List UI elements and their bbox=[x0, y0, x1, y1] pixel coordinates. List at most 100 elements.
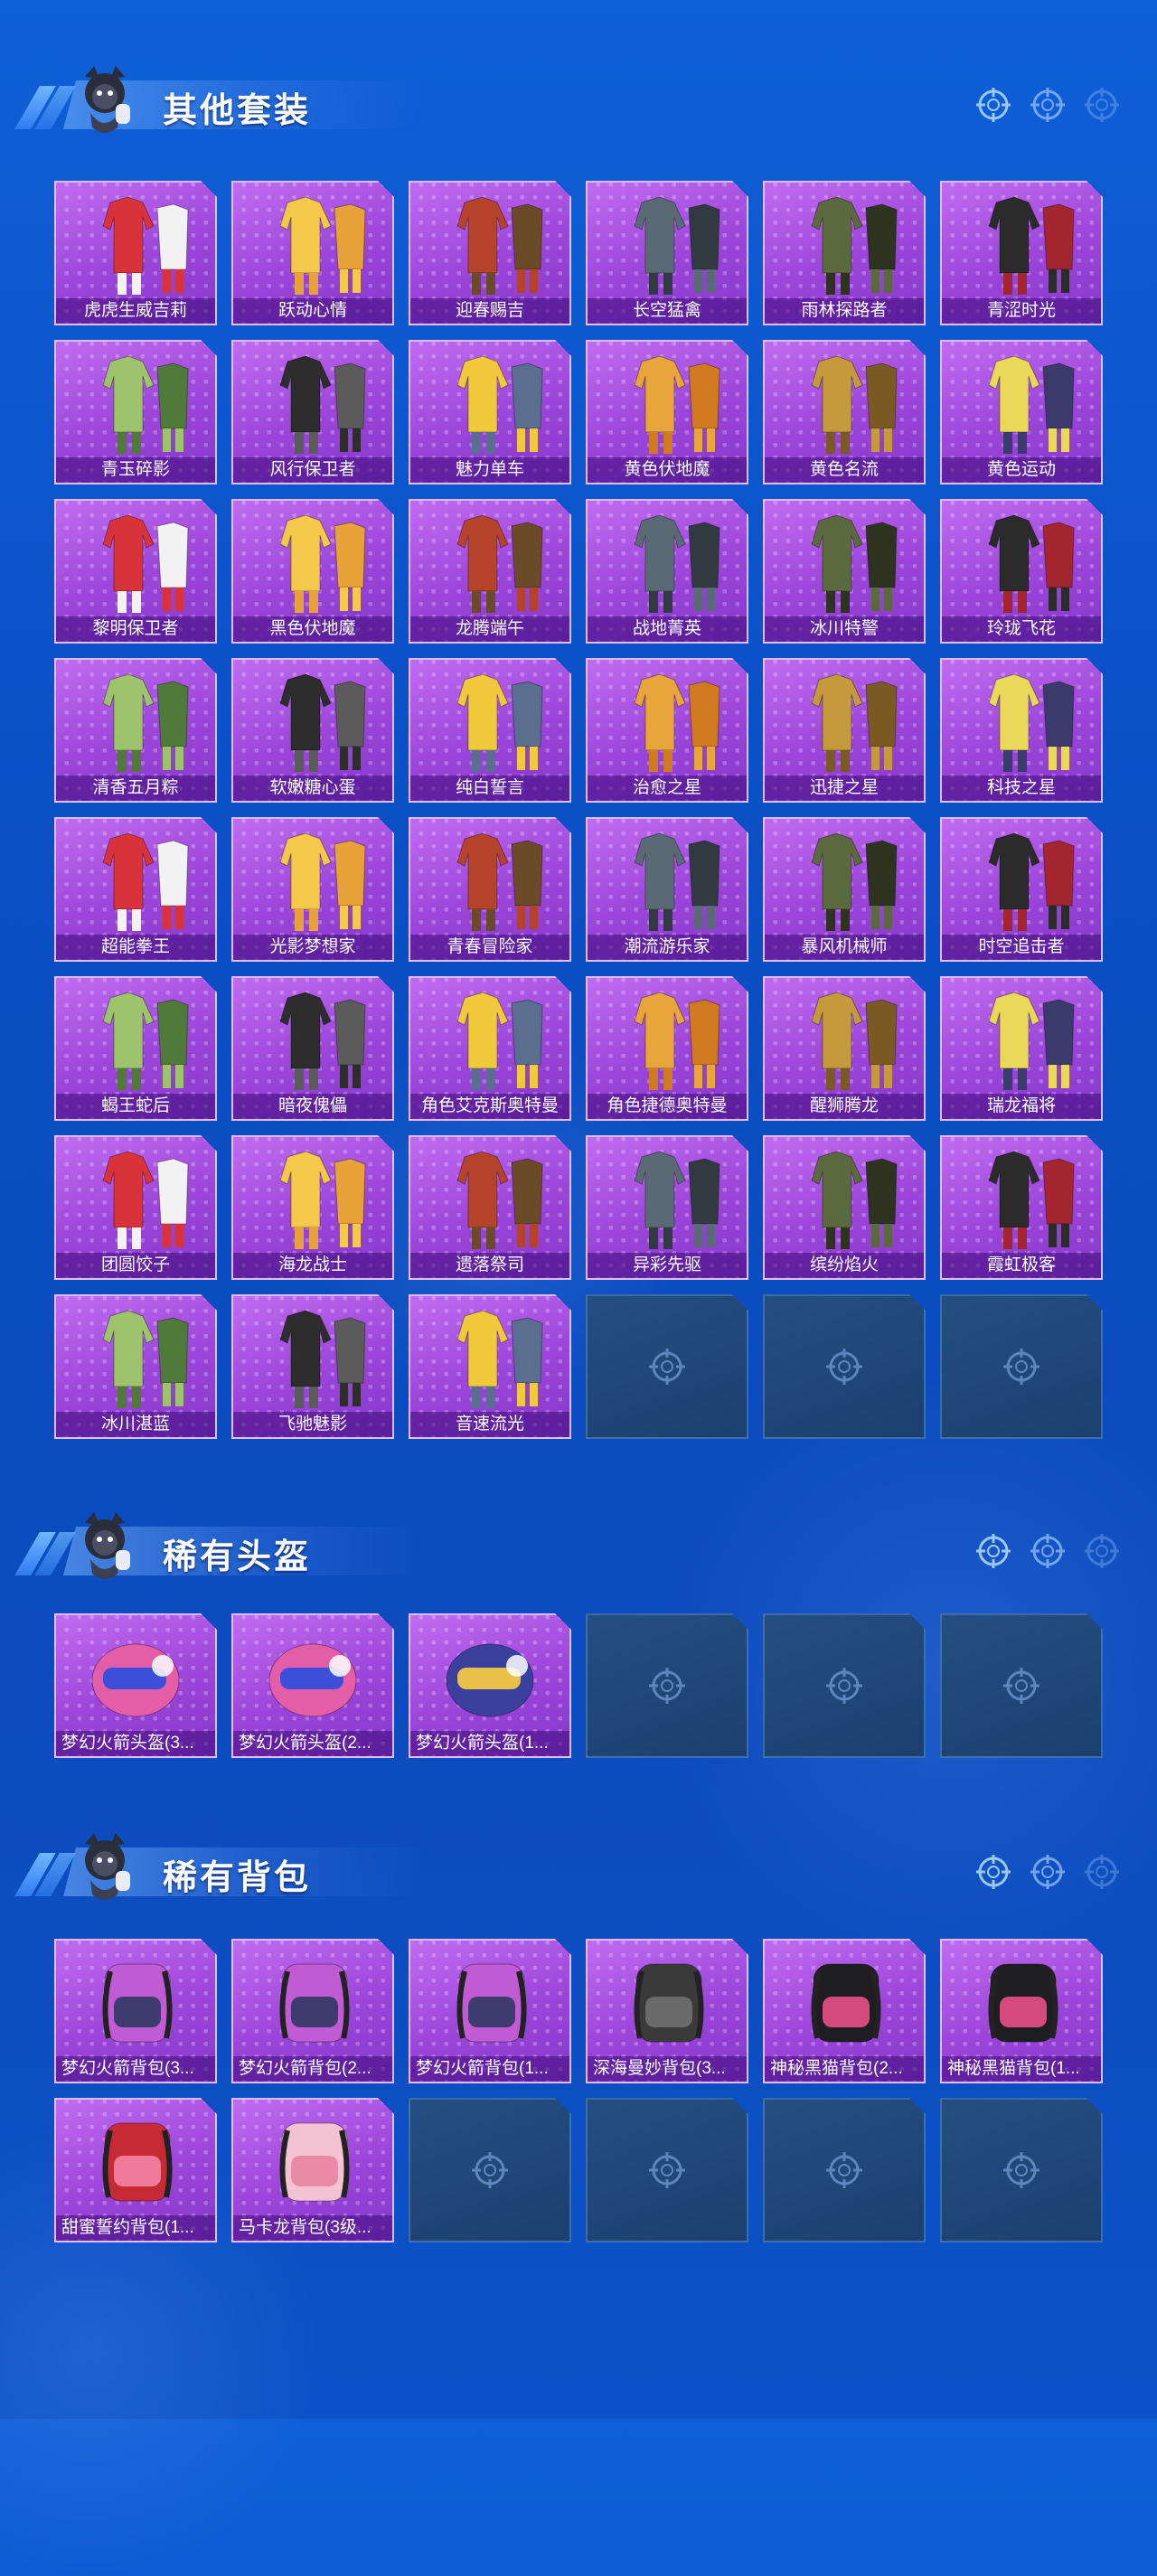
item-card[interactable]: 冰川特警 bbox=[763, 499, 926, 644]
item-card[interactable]: 玲珑飞花 bbox=[940, 499, 1103, 644]
section-backpacks: 稀有背包 梦幻火箭背包(3... 梦幻火箭背包(2... 梦幻火箭背包(1... 深海… bbox=[0, 1817, 1157, 2251]
outfit-image bbox=[410, 823, 569, 935]
item-card[interactable]: 角色捷德奥特曼 bbox=[586, 976, 748, 1121]
outfit-image bbox=[410, 663, 569, 776]
item-label: 蝎王蛇后 bbox=[56, 1094, 215, 1119]
empty-slot bbox=[763, 1294, 926, 1439]
outfit-image bbox=[942, 504, 1101, 616]
item-card[interactable]: 风行保卫者 bbox=[231, 340, 394, 484]
item-card[interactable]: 光影梦想家 bbox=[231, 817, 394, 962]
item-label: 风行保卫者 bbox=[233, 457, 392, 483]
section-outfits: 其他套装 虎虎生威吉莉 跃动心情 迎春赐吉 长空猛禽 雨林探路者 青涩时光 青玉碎影 风行保卫… bbox=[0, 50, 1157, 1451]
item-label: 黎明保卫者 bbox=[56, 616, 215, 642]
item-card[interactable]: 梦幻火箭头盔(3... bbox=[54, 1613, 217, 1758]
item-card[interactable]: 梦幻火箭头盔(2... bbox=[231, 1613, 394, 1758]
item-label: 黑色伏地魔 bbox=[233, 616, 392, 642]
outfit-image bbox=[410, 1300, 569, 1412]
item-card[interactable]: 纯白誓言 bbox=[409, 658, 571, 803]
crosshair-icon bbox=[1002, 2150, 1041, 2190]
item-card[interactable]: 黎明保卫者 bbox=[54, 499, 217, 644]
item-card[interactable]: 暗夜傀儡 bbox=[231, 976, 394, 1121]
item-card[interactable]: 虎虎生威吉莉 bbox=[54, 181, 217, 325]
crosshair-icon bbox=[647, 1666, 687, 1706]
item-card[interactable]: 雨林探路者 bbox=[763, 181, 926, 325]
item-card[interactable]: 瑞龙福将 bbox=[940, 976, 1103, 1121]
item-label: 玲珑飞花 bbox=[942, 616, 1101, 642]
item-card[interactable]: 音速流光 bbox=[409, 1294, 571, 1439]
item-card[interactable]: 软嫩糖心蛋 bbox=[231, 658, 394, 803]
mascot-icon bbox=[85, 1833, 130, 1900]
crosshair-icon bbox=[1030, 88, 1065, 122]
item-card[interactable]: 黄色运动 bbox=[940, 340, 1103, 484]
item-card[interactable]: 迅捷之星 bbox=[763, 658, 926, 803]
item-card[interactable]: 团圆饺子 bbox=[54, 1135, 217, 1280]
item-card[interactable]: 梦幻火箭背包(1... bbox=[409, 1939, 571, 2083]
item-label: 时空追击者 bbox=[942, 935, 1101, 960]
item-label: 深海曼妙背包(3... bbox=[588, 2056, 747, 2082]
item-card[interactable]: 神秘黑猫背包(1... bbox=[940, 1939, 1103, 2083]
item-card[interactable]: 黑色伏地魔 bbox=[231, 499, 394, 644]
item-card[interactable]: 冰川湛蓝 bbox=[54, 1294, 217, 1439]
item-card[interactable]: 异彩先驱 bbox=[586, 1135, 748, 1280]
item-card[interactable]: 迎春赐吉 bbox=[409, 181, 571, 325]
item-card[interactable]: 遗落祭司 bbox=[409, 1135, 571, 1280]
item-card[interactable]: 深海曼妙背包(3... bbox=[586, 1939, 748, 2083]
item-card[interactable]: 霞虹极客 bbox=[940, 1135, 1103, 1280]
item-card[interactable]: 梦幻火箭头盔(1... bbox=[409, 1613, 571, 1758]
outfit-image bbox=[56, 982, 215, 1094]
outfit-image bbox=[765, 1141, 924, 1253]
outfit-image bbox=[942, 1141, 1101, 1253]
mascot-icon bbox=[85, 66, 130, 133]
item-card[interactable]: 青涩时光 bbox=[940, 181, 1103, 325]
outfit-image bbox=[588, 345, 747, 457]
item-card[interactable]: 青春冒险家 bbox=[409, 817, 571, 962]
item-label: 虎虎生威吉莉 bbox=[56, 298, 215, 324]
item-label: 迅捷之星 bbox=[765, 776, 924, 801]
item-card[interactable]: 甜蜜誓约背包(1... bbox=[54, 2098, 217, 2242]
header-marks bbox=[974, 1853, 1121, 1891]
item-card[interactable]: 超能拳王 bbox=[54, 817, 217, 962]
item-card[interactable]: 梦幻火箭背包(3... bbox=[54, 1939, 217, 2083]
empty-slot bbox=[763, 1613, 926, 1758]
item-card[interactable]: 潮流游乐家 bbox=[586, 817, 748, 962]
item-card[interactable]: 黄色伏地魔 bbox=[586, 340, 748, 484]
item-card[interactable]: 飞驰魅影 bbox=[231, 1294, 394, 1439]
item-label: 遗落祭司 bbox=[410, 1253, 569, 1278]
item-card[interactable]: 长空猛禽 bbox=[586, 181, 748, 325]
item-card[interactable]: 青玉碎影 bbox=[54, 340, 217, 484]
item-card[interactable]: 角色艾克斯奥特曼 bbox=[409, 976, 571, 1121]
empty-slot bbox=[763, 2098, 926, 2242]
outfit-image bbox=[942, 345, 1101, 457]
item-card[interactable]: 神秘黑猫背包(2... bbox=[763, 1939, 926, 2083]
item-card[interactable]: 缤纷焰火 bbox=[763, 1135, 926, 1280]
item-label: 海龙战士 bbox=[233, 1253, 392, 1278]
item-card[interactable]: 梦幻火箭背包(2... bbox=[231, 1939, 394, 2083]
outfit-image bbox=[765, 504, 924, 616]
item-card[interactable]: 马卡龙背包(3级... bbox=[231, 2098, 394, 2242]
crosshair-icon bbox=[470, 2150, 510, 2190]
item-card[interactable]: 魅力单车 bbox=[409, 340, 571, 484]
item-card[interactable]: 海龙战士 bbox=[231, 1135, 394, 1280]
item-label: 缤纷焰火 bbox=[765, 1253, 924, 1278]
item-card[interactable]: 龙腾端午 bbox=[409, 499, 571, 644]
item-card[interactable]: 黄色名流 bbox=[763, 340, 926, 484]
outfit-image bbox=[588, 823, 747, 935]
item-label: 团圆饺子 bbox=[56, 1253, 215, 1278]
item-card[interactable]: 时空追击者 bbox=[940, 817, 1103, 962]
item-label: 梦幻火箭头盔(2... bbox=[233, 1731, 392, 1756]
outfit-image bbox=[56, 663, 215, 776]
item-card[interactable]: 醒狮腾龙 bbox=[763, 976, 926, 1121]
item-card[interactable]: 清香五月粽 bbox=[54, 658, 217, 803]
item-card[interactable]: 战地菁英 bbox=[586, 499, 748, 644]
item-card[interactable]: 科技之星 bbox=[940, 658, 1103, 803]
item-card[interactable]: 跃动心情 bbox=[231, 181, 394, 325]
item-label: 马卡龙背包(3级... bbox=[233, 2215, 392, 2241]
item-card[interactable]: 蝎王蛇后 bbox=[54, 976, 217, 1121]
header-marks bbox=[974, 1532, 1121, 1570]
item-card[interactable]: 暴风机械师 bbox=[763, 817, 926, 962]
item-card[interactable]: 治愈之星 bbox=[586, 658, 748, 803]
item-label: 黄色运动 bbox=[942, 457, 1101, 483]
outfit-image bbox=[56, 186, 215, 298]
outfit-image bbox=[233, 663, 392, 776]
item-label: 超能拳王 bbox=[56, 935, 215, 960]
